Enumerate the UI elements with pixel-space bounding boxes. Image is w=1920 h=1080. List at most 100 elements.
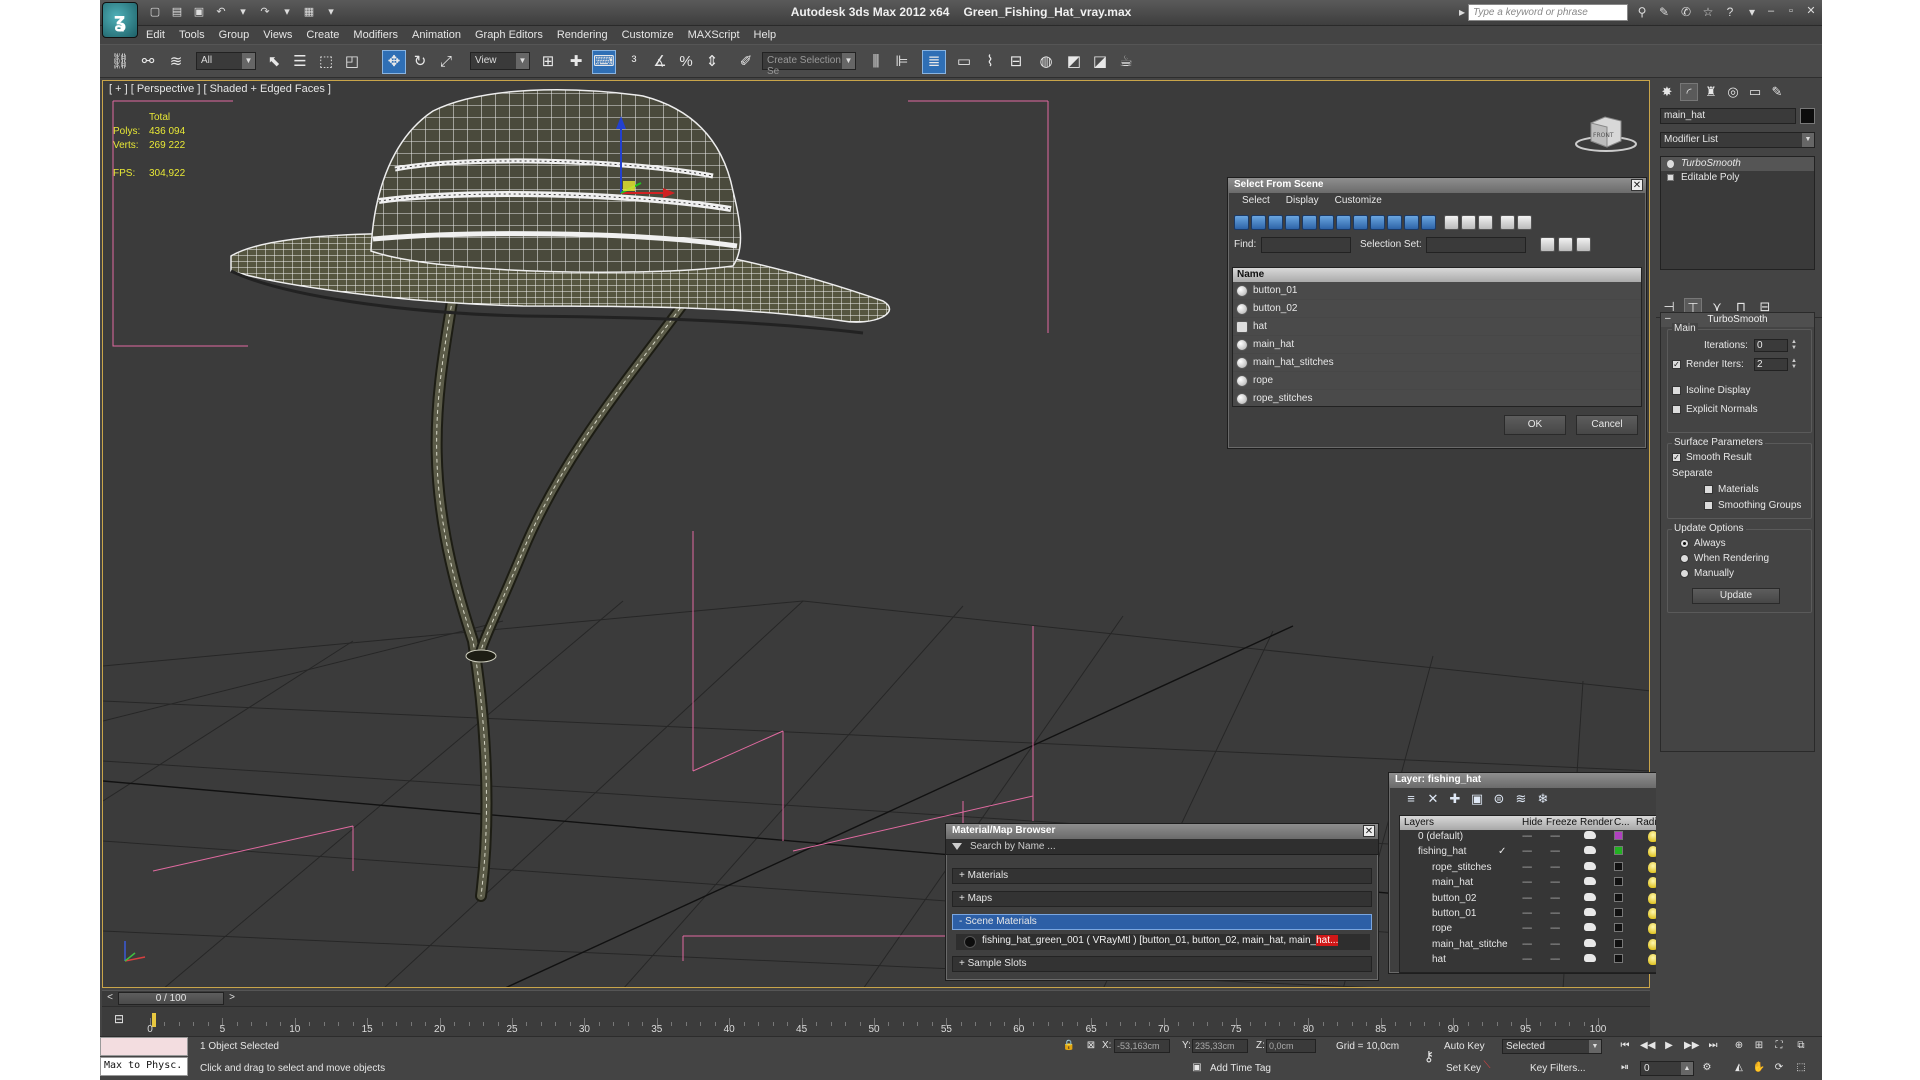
create-tab-icon[interactable]: ✸ [1658, 83, 1676, 101]
hide-toggle[interactable]: ---- [1522, 954, 1532, 965]
help-dropdown-icon[interactable]: ▾ [1744, 4, 1760, 20]
close-icon[interactable]: ✕ [1363, 825, 1375, 837]
menu-graph-editors[interactable]: Graph Editors [475, 29, 543, 41]
percent-snap-icon[interactable]: % [674, 50, 698, 74]
highlight-layer-icon[interactable]: ⊜ [1491, 791, 1507, 807]
category-scene-materials[interactable]: - Scene Materials [952, 914, 1372, 930]
zoom-extents-all-icon[interactable]: ⧉ [1794, 1039, 1808, 1053]
freeze-all-layers-icon[interactable]: ❄ [1535, 791, 1551, 807]
hierarchy-tab-icon[interactable]: ♜ [1702, 83, 1720, 101]
freeze-toggle[interactable]: ---- [1550, 893, 1560, 904]
binoculars-icon[interactable]: ⚲ [1634, 4, 1650, 20]
freeze-toggle[interactable]: ---- [1550, 923, 1560, 934]
window-crossing-icon[interactable]: ◰ [340, 50, 364, 74]
time-slider[interactable]: < 0 / 100 > [102, 990, 1650, 1006]
modify-tab-icon[interactable]: ◜ [1680, 83, 1698, 101]
stack-item-turbosmooth[interactable]: TurboSmooth [1661, 157, 1814, 171]
graphite-ribbon-icon[interactable]: ▭ [952, 50, 976, 74]
light-bulb-icon[interactable] [1667, 160, 1674, 168]
time-configuration-icon[interactable]: ⚙ [1700, 1061, 1714, 1075]
stack-item-editable-poly[interactable]: Editable Poly [1661, 171, 1814, 185]
go-to-end-icon[interactable]: ⏭ [1706, 1039, 1720, 1053]
previous-key-icon[interactable]: ◀◀ [1640, 1039, 1655, 1053]
menu-create[interactable]: Create [306, 29, 339, 41]
selection-set-dropdown[interactable] [1426, 237, 1526, 253]
angle-snap-icon[interactable]: ∡ [648, 50, 672, 74]
field-of-view-icon[interactable]: ◭ [1732, 1061, 1746, 1075]
close-icon[interactable]: ✕ [1804, 4, 1818, 18]
category-sample-slots[interactable]: + Sample Slots [952, 956, 1372, 972]
spinner-snap-icon[interactable]: ⇕ [700, 50, 724, 74]
close-icon[interactable]: ✕ [1631, 179, 1643, 191]
render-setup-icon[interactable]: ◩ [1062, 50, 1086, 74]
next-frame-icon[interactable]: > [226, 992, 238, 1005]
add-time-tag[interactable]: Add Time Tag [1210, 1063, 1271, 1074]
time-tag-icon[interactable]: ▣ [1190, 1061, 1204, 1075]
key-mode-toggle-icon[interactable]: ⏯ [1618, 1061, 1632, 1075]
manually-radio[interactable] [1680, 569, 1689, 578]
hide-toggle[interactable]: ---- [1522, 846, 1532, 857]
isoline-display-checkbox[interactable] [1672, 386, 1681, 395]
menu-edit[interactable]: Edit [146, 29, 165, 41]
snaps-toggle-icon[interactable]: ³ [622, 50, 646, 74]
freeze-toggle[interactable]: ---- [1550, 939, 1560, 950]
list-item[interactable]: button_01 [1233, 282, 1641, 300]
list-item[interactable]: main_hat [1233, 336, 1641, 354]
materials-checkbox[interactable] [1704, 485, 1713, 494]
layer-color-swatch[interactable] [1614, 923, 1623, 933]
x-coordinate-field[interactable]: -53,163cm [1114, 1039, 1170, 1053]
ok-button[interactable]: OK [1504, 415, 1566, 435]
current-frame-field[interactable]: 0 ▲ [1640, 1061, 1694, 1076]
menu-group[interactable]: Group [219, 29, 250, 41]
add-to-layer-icon[interactable]: ✚ [1447, 791, 1463, 807]
layer-color-swatch[interactable] [1614, 846, 1623, 856]
list-item[interactable]: main_hat_stitches [1233, 354, 1641, 372]
select-and-scale-icon[interactable]: ⤢ [434, 50, 458, 74]
material-editor-icon[interactable]: ◍ [1034, 50, 1058, 74]
layer-color-swatch[interactable] [1614, 877, 1623, 887]
select-manipulate-icon[interactable]: ✚ [564, 50, 588, 74]
when-rendering-radio[interactable] [1680, 554, 1689, 563]
list-item[interactable]: hat [1233, 318, 1641, 336]
menu-modifiers[interactable]: Modifiers [353, 29, 398, 41]
select-none-icon[interactable] [1461, 215, 1476, 230]
next-key-icon[interactable]: ▶▶ [1684, 1039, 1699, 1053]
select-and-move-icon[interactable]: ✥ [382, 50, 406, 74]
delete-layer-icon[interactable]: ✕ [1425, 791, 1441, 807]
render-iters-checkbox[interactable]: ✓ [1672, 360, 1681, 369]
render-teapot-icon[interactable] [1584, 861, 1596, 870]
selection-set-edit-icon[interactable] [1540, 237, 1555, 252]
render-teapot-icon[interactable] [1584, 877, 1596, 886]
schematic-view-icon[interactable]: ⊟ [1004, 50, 1028, 74]
list-item[interactable]: button_02 [1233, 300, 1641, 318]
hide-toggle[interactable]: ---- [1522, 831, 1532, 842]
category-materials[interactable]: + Materials [952, 868, 1372, 884]
freeze-toggle[interactable]: ---- [1550, 862, 1560, 873]
reference-coordinate-dropdown[interactable]: View ▼ [470, 52, 530, 70]
spinner-arrows-icon[interactable]: ▲ ▼ [1790, 358, 1798, 371]
col-color[interactable]: C... [1614, 817, 1630, 828]
expand-box-icon[interactable] [1667, 174, 1674, 181]
col-render[interactable]: Render [1580, 817, 1613, 828]
select-and-link-icon[interactable]: ⛓ [108, 50, 132, 74]
always-radio[interactable] [1680, 539, 1689, 548]
layer-manager-icon[interactable]: ≣ [922, 50, 946, 74]
cancel-button[interactable]: Cancel [1576, 415, 1638, 435]
render-teapot-icon[interactable] [1584, 831, 1596, 839]
create-layer-icon[interactable]: ≡ [1403, 791, 1419, 807]
freeze-toggle[interactable]: ---- [1550, 877, 1560, 888]
menu-maxscript[interactable]: MAXScript [688, 29, 740, 41]
set-key-mode-icon[interactable]: ⚷ [1422, 1049, 1436, 1063]
col-hide[interactable]: Hide [1522, 817, 1543, 828]
smoothing-groups-checkbox[interactable] [1704, 501, 1713, 510]
rendered-frame-window-icon[interactable]: ◪ [1088, 50, 1112, 74]
select-invert-icon[interactable] [1478, 215, 1493, 230]
render-teapot-icon[interactable] [1584, 846, 1596, 855]
iterations-spinner[interactable]: 0 [1754, 339, 1788, 352]
menu-views[interactable]: Views [263, 29, 292, 41]
smooth-result-checkbox[interactable]: ✓ [1672, 453, 1681, 462]
play-icon[interactable]: ▶ [1662, 1039, 1676, 1053]
hide-toggle[interactable]: ---- [1522, 893, 1532, 904]
display-tab-icon[interactable]: ▭ [1746, 83, 1764, 101]
hide-toggle[interactable]: ---- [1522, 908, 1532, 919]
